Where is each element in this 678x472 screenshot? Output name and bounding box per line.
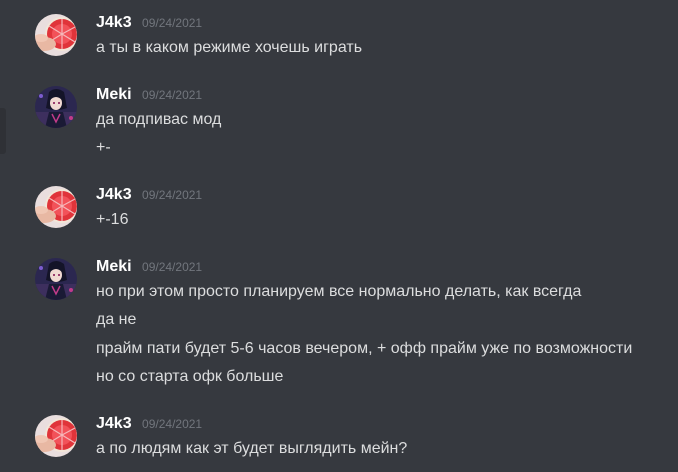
message-text: но при этом просто планируем все нормаль… (96, 283, 582, 300)
username[interactable]: J4k3 (96, 186, 132, 203)
message-text: а ты в каком режиме хочешь играть (96, 39, 363, 56)
message-text: а по людям как эт будет выглядить мейн? (96, 440, 408, 457)
timestamp[interactable]: 09/24/2021 (142, 188, 202, 202)
timestamp[interactable]: 09/24/2021 (142, 417, 202, 431)
grapefruit-avatar[interactable] (35, 415, 77, 457)
username[interactable]: Meki (96, 86, 132, 103)
chat-message-list: J4k3 09/24/2021 а ты в каком режиме хоче… (0, 0, 678, 472)
scroll-edge-tab[interactable] (0, 108, 6, 154)
message-text: +- (96, 139, 111, 156)
message-header: Meki 09/24/2021 (96, 86, 202, 108)
message-text: +-16 (96, 211, 129, 228)
message-header: J4k3 09/24/2021 (96, 14, 202, 36)
message-text: да подпивас мод (96, 111, 222, 128)
username[interactable]: J4k3 (96, 415, 132, 432)
timestamp[interactable]: 09/24/2021 (142, 16, 202, 30)
message-text: да не (96, 311, 137, 328)
message-text: но со старта офк больше (96, 368, 284, 385)
anime-character-avatar[interactable] (35, 86, 77, 128)
message-header: J4k3 09/24/2021 (96, 186, 202, 208)
grapefruit-avatar[interactable] (35, 186, 77, 228)
username[interactable]: J4k3 (96, 14, 132, 31)
grapefruit-avatar[interactable] (35, 14, 77, 56)
anime-character-avatar[interactable] (35, 258, 77, 300)
message-text: прайм пати будет 5-6 часов вечером, + оф… (96, 340, 633, 357)
timestamp[interactable]: 09/24/2021 (142, 260, 202, 274)
message-header: Meki 09/24/2021 (96, 258, 202, 280)
username[interactable]: Meki (96, 258, 132, 275)
message-header: J4k3 09/24/2021 (96, 415, 202, 437)
timestamp[interactable]: 09/24/2021 (142, 88, 202, 102)
